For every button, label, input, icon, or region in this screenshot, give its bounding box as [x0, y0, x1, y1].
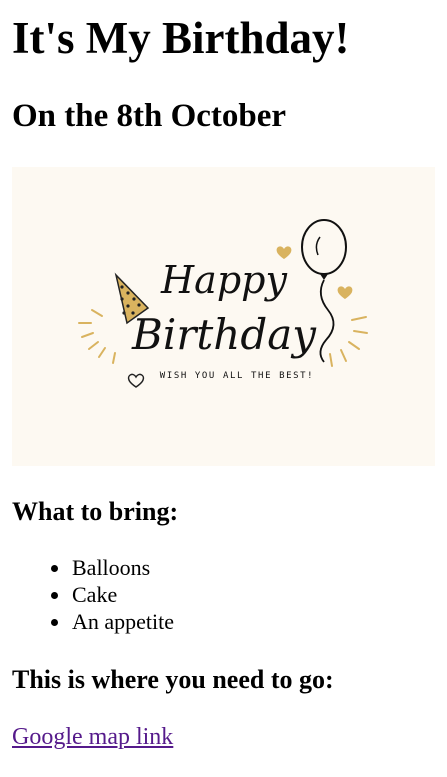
bring-list: Balloons Cake An appetite [12, 554, 174, 635]
list-item: An appetite [50, 609, 175, 634]
card-birthday-text: Birthday [131, 310, 317, 359]
what-to-bring-heading: What to bring: [12, 497, 179, 526]
left-sparkle-icon [78, 309, 116, 364]
event-date-heading: On the 8th October [12, 98, 287, 134]
birthday-card-image: Happy Birthday WISH YOU ALL THE BEST! [12, 167, 435, 466]
page-title: It's My Birthday! [12, 13, 350, 63]
card-tagline: WISH YOU ALL THE BEST! [160, 371, 314, 381]
birthday-card-illustration: Happy Birthday WISH YOU ALL THE BEST! [78, 219, 368, 388]
directions-heading: This is where you need to go: [12, 665, 334, 694]
list-item: Balloons [50, 554, 174, 581]
list-item: Cake [50, 581, 174, 608]
right-sparkle-icon [329, 316, 368, 367]
card-happy-text: Happy [160, 258, 287, 302]
google-map-link[interactable]: Google map link [12, 722, 173, 752]
heart-outline-icon [127, 373, 145, 388]
heart-icon [337, 286, 353, 299]
